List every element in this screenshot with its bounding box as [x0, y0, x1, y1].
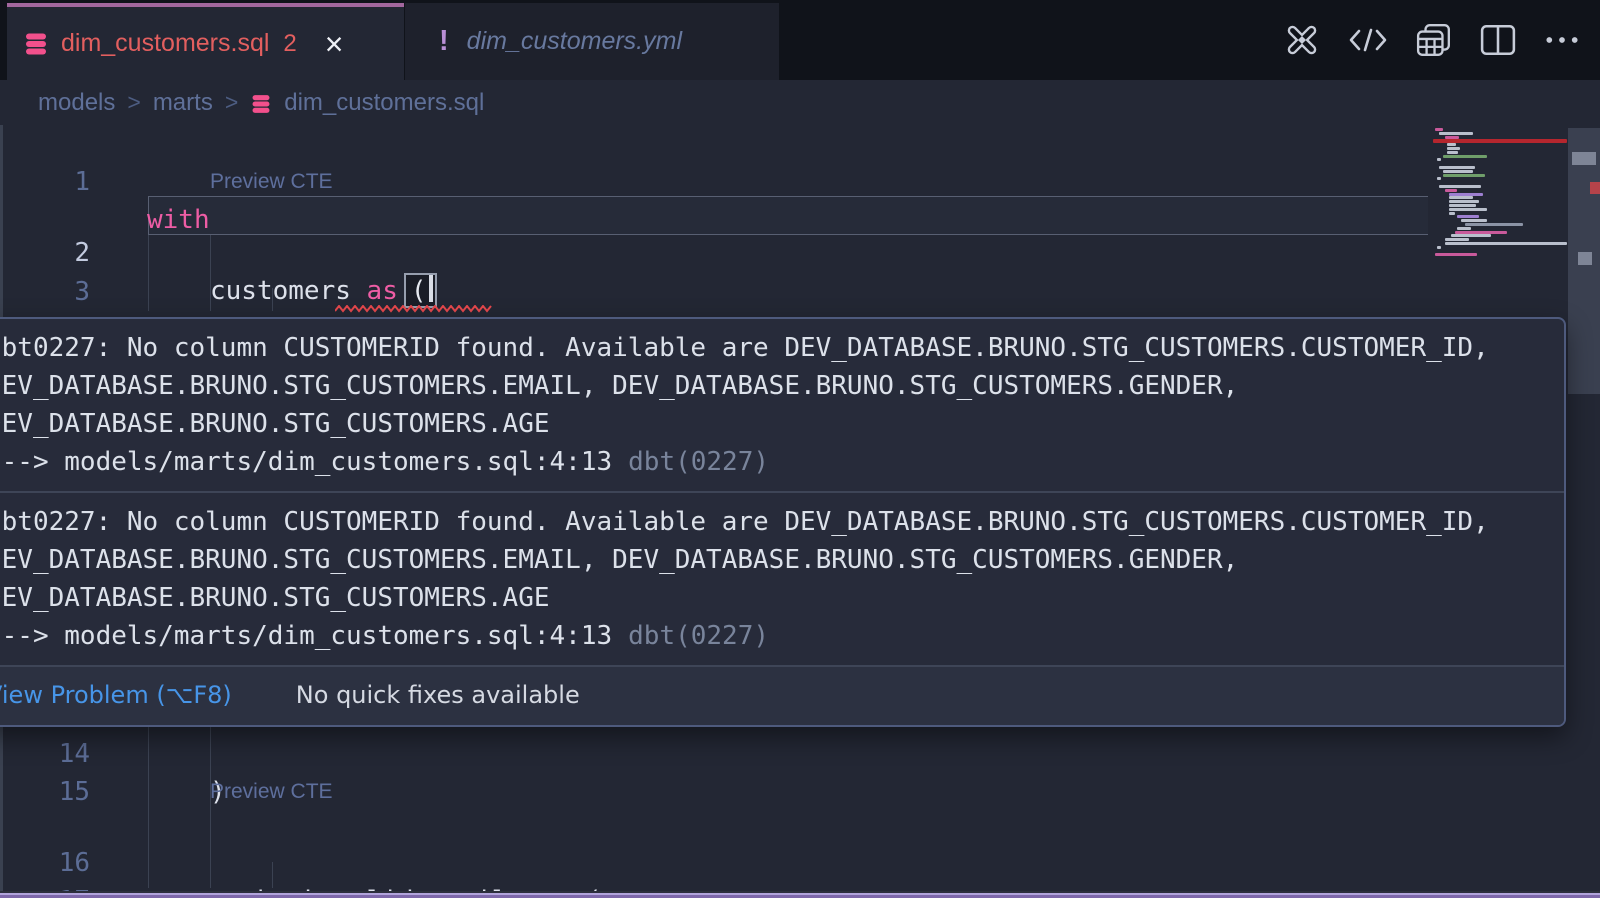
minimap-line [1457, 227, 1471, 230]
scrollbar-decoration [1578, 252, 1592, 265]
error-hover-tooltip: dbt0227: No column CUSTOMERID found. Ava… [0, 317, 1566, 727]
minimap-line [1443, 170, 1473, 173]
minimap-line [1439, 132, 1473, 135]
error-source: dbt(0227) [628, 621, 769, 651]
tab-dirty-count: 2 [283, 30, 296, 58]
inline-code-icon[interactable] [1348, 26, 1388, 54]
minimap-line [1445, 189, 1457, 192]
code-line-1[interactable]: 1 with [0, 125, 1428, 163]
minimap-line [1435, 253, 1477, 256]
minimap-line [1447, 143, 1456, 146]
editor-window: dim_customers.sql 2 × ! dim_customers.ym… [0, 0, 1600, 898]
minimap[interactable] [1433, 128, 1569, 308]
minimap-line [1443, 155, 1487, 158]
tab-bar: dim_customers.sql 2 × ! dim_customers.ym… [0, 0, 1600, 80]
minimap-line [1437, 246, 1441, 249]
error-squiggle [335, 305, 493, 313]
minimap-line [1449, 196, 1473, 199]
minimap-line [1451, 234, 1491, 237]
no-quick-fixes-label: No quick fixes available [296, 676, 580, 714]
minimap-line [1449, 208, 1487, 211]
split-editor-icon[interactable] [1480, 24, 1516, 56]
minimap-line [1465, 223, 1523, 226]
indent-guide [272, 288, 273, 311]
breadcrumb-models[interactable]: models [38, 89, 115, 117]
error-message-line: dbt0227: No column CUSTOMERID found. Ava… [0, 329, 1544, 367]
query-results-table-icon[interactable] [1416, 23, 1452, 57]
error-block-2: dbt0227: No column CUSTOMERID found. Ava… [0, 491, 1564, 665]
minimap-line [1449, 204, 1476, 207]
chevron-right-icon: > [127, 89, 140, 116]
code-line-17[interactable]: 17 select [0, 844, 1428, 882]
minimap-line [1435, 128, 1443, 131]
view-problem-link[interactable]: View Problem (⌥F8) [0, 676, 232, 714]
error-message-line: DEV_DATABASE.BRUNO.STG_CUSTOMERS.AGE [0, 579, 1544, 617]
minimap-line [1437, 177, 1441, 180]
indent-guide [148, 716, 149, 888]
minimap-line [1437, 158, 1441, 161]
minimap-line [1439, 166, 1475, 169]
code-line-15[interactable]: 15 [0, 735, 1428, 773]
error-exclamation-icon: ! [439, 25, 449, 58]
breadcrumb-marts[interactable]: marts [153, 89, 213, 117]
indent-guide [148, 235, 149, 311]
error-source: dbt(0227) [628, 447, 769, 477]
database-icon [23, 31, 49, 57]
tab-label: dim_customers.sql [61, 29, 269, 58]
bottom-panel-divider [0, 891, 1600, 898]
minimap-line [1447, 147, 1460, 150]
indent-guide [272, 862, 273, 888]
scrollbar-decoration [1572, 152, 1596, 165]
tab-label: dim_customers.yml [467, 27, 682, 56]
minimap-line [1461, 219, 1487, 222]
error-location-line: --> models/marts/dim_customers.sql:4:13d… [0, 443, 1544, 481]
tab-dim-customers-sql[interactable]: dim_customers.sql 2 × [7, 3, 404, 80]
error-block-1: dbt0227: No column CUSTOMERID found. Ava… [0, 319, 1564, 491]
tab-dim-customers-yml[interactable]: ! dim_customers.yml [405, 3, 779, 80]
codelens-preview-cte[interactable]: Preview CTE [210, 168, 333, 196]
more-actions-icon[interactable] [1544, 34, 1580, 46]
breadcrumb: models > marts > dim_customers.sql [0, 80, 1600, 125]
error-message-line: DEV_DATABASE.BRUNO.STG_CUSTOMERS.EMAIL, … [0, 541, 1544, 579]
error-location-line: --> models/marts/dim_customers.sql:4:13d… [0, 617, 1544, 655]
close-icon[interactable]: × [325, 28, 344, 60]
chevron-right-icon: > [225, 89, 238, 116]
error-message-line: DEV_DATABASE.BRUNO.STG_CUSTOMERS.AGE [0, 405, 1544, 443]
error-message-line: dbt0227: No column CUSTOMERID found. Ava… [0, 503, 1544, 541]
code-line-4[interactable]: 4 customerId [0, 273, 1428, 311]
scrollbar-error-decoration [1590, 182, 1600, 194]
vertical-scrollbar[interactable] [1568, 125, 1600, 898]
minimap-line [1445, 238, 1469, 241]
error-message-line: DEV_DATABASE.BRUNO.STG_CUSTOMERS.EMAIL, … [0, 367, 1544, 405]
indent-guide [210, 235, 211, 311]
hover-status-bar: View Problem (⌥F8) No quick fixes availa… [0, 665, 1564, 725]
code-line-2[interactable]: 2 customers as( [0, 196, 1428, 234]
minimap-line [1439, 185, 1481, 188]
codelens-preview-cte[interactable]: Preview CTE [210, 778, 333, 806]
minimap-line [1447, 151, 1458, 154]
minimap-line [1449, 200, 1479, 203]
breadcrumb-file[interactable]: dim_customers.sql [284, 89, 484, 117]
minimap-line [1443, 174, 1485, 177]
minimap-line [1445, 242, 1567, 245]
code-line-16[interactable]: 16 , check_valid_emails as ( [0, 806, 1428, 844]
minimap-line [1449, 212, 1455, 215]
indent-guide [210, 716, 211, 888]
dbt-logo-icon[interactable] [1284, 22, 1320, 58]
database-icon [250, 90, 272, 115]
code-line-3[interactable]: 3 select [0, 235, 1428, 273]
minimap-line [1457, 215, 1479, 218]
editor-actions [1284, 0, 1580, 80]
